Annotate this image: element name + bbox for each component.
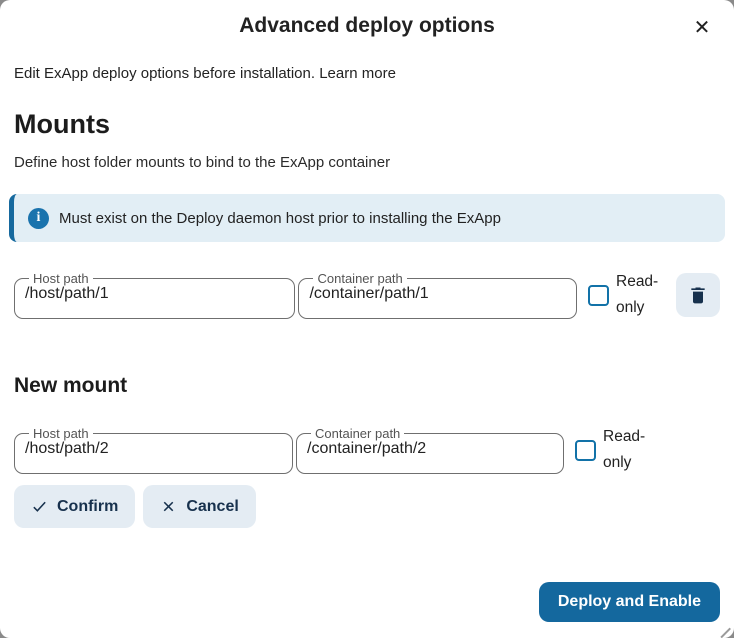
readonly-label-2[interactable]: Read-only — [603, 424, 651, 477]
learn-more-link[interactable]: Learn more — [319, 65, 396, 82]
intro-text: Edit ExApp deploy options before install… — [14, 65, 720, 82]
confirm-button[interactable]: Confirm — [14, 485, 135, 528]
new-mount-actions: Confirm Cancel — [14, 485, 720, 528]
info-icon: i — [28, 208, 49, 229]
deploy-and-enable-button[interactable]: Deploy and Enable — [539, 582, 720, 622]
cancel-button-label: Cancel — [186, 498, 238, 516]
mount-row-new: Host path Container path Read-only — [14, 424, 720, 477]
host-path-field-2: Host path — [14, 427, 293, 474]
host-path-label-1: Host path — [29, 272, 93, 285]
container-path-field-2: Container path — [296, 427, 564, 474]
container-path-label-1: Container path — [313, 272, 406, 285]
container-path-input-2[interactable] — [307, 440, 553, 458]
new-mount-heading: New mount — [14, 374, 720, 398]
info-note-banner: i Must exist on the Deploy daemon host p… — [9, 194, 725, 242]
modal-footer: Deploy and Enable — [539, 582, 720, 622]
readonly-option-1: Read-only — [588, 269, 664, 322]
modal-header: Advanced deploy options ✕ — [14, 0, 720, 38]
check-icon — [31, 498, 48, 515]
mount-row-existing: Host path Container path Read-only — [14, 269, 720, 322]
confirm-button-label: Confirm — [57, 498, 118, 516]
close-icon: ✕ — [694, 17, 711, 39]
cancel-button[interactable]: Cancel — [143, 485, 255, 528]
container-path-label-2: Container path — [311, 427, 404, 440]
resize-handle-icon[interactable] — [721, 625, 733, 637]
container-path-field-1: Container path — [298, 272, 577, 319]
delete-mount-button[interactable] — [676, 273, 720, 317]
close-button[interactable]: ✕ — [686, 12, 718, 44]
host-path-field-1: Host path — [14, 272, 295, 319]
info-note-text: Must exist on the Deploy daemon host pri… — [59, 210, 501, 227]
modal-title: Advanced deploy options — [14, 14, 720, 38]
readonly-label-1[interactable]: Read-only — [616, 269, 664, 322]
readonly-option-2: Read-only — [575, 424, 651, 477]
intro-description: Edit ExApp deploy options before install… — [14, 65, 315, 82]
container-path-input-1[interactable] — [309, 285, 566, 303]
deploy-button-label: Deploy and Enable — [558, 593, 701, 610]
host-path-input-2[interactable] — [25, 440, 282, 458]
mounts-heading: Mounts — [14, 109, 720, 140]
advanced-deploy-options-modal: Advanced deploy options ✕ Edit ExApp dep… — [0, 0, 734, 638]
host-path-label-2: Host path — [29, 427, 93, 440]
mounts-description: Define host folder mounts to bind to the… — [14, 154, 720, 171]
x-icon — [160, 498, 177, 515]
readonly-checkbox-1[interactable] — [588, 285, 609, 306]
readonly-checkbox-2[interactable] — [575, 440, 596, 461]
trash-icon — [688, 285, 708, 305]
host-path-input-1[interactable] — [25, 285, 284, 303]
